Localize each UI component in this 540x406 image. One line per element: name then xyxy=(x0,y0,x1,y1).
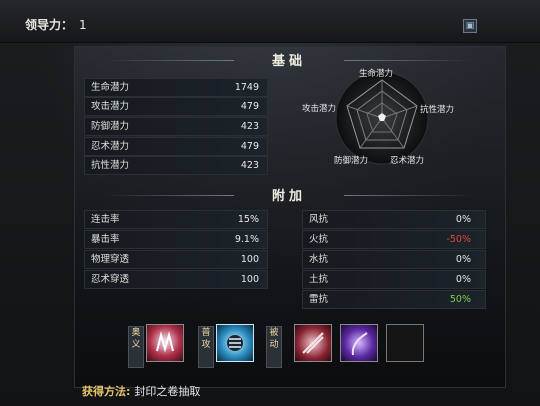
basic-stat-row: 攻击潜力 479 xyxy=(84,97,268,116)
resist-label: 土抗 xyxy=(309,274,329,285)
stat-value: 1749 xyxy=(234,82,259,93)
tag-char: 普 xyxy=(201,328,211,338)
leadership-label: 领导力： xyxy=(25,18,74,32)
empty-skill-slot[interactable] xyxy=(386,324,424,362)
radar-label-ninjutsu: 忍术潜力 xyxy=(390,156,425,166)
stat-label: 忍术穿透 xyxy=(91,274,130,285)
resist-label: 火抗 xyxy=(309,234,329,245)
stat-value: 423 xyxy=(240,160,259,171)
stat-label: 暴击率 xyxy=(91,234,120,245)
resist-row: 风抗 0% xyxy=(302,210,486,229)
tag-char: 被 xyxy=(269,328,279,338)
radar-label-defense: 防御潜力 xyxy=(334,156,369,166)
basic-stat-row: 抗性潜力 423 xyxy=(84,156,268,175)
obtain-method: 获得方法: 封印之卷抽取 xyxy=(82,383,200,399)
stat-label: 连击率 xyxy=(91,214,120,225)
stat-value: 423 xyxy=(240,121,259,132)
ougi-tag: 奥 义 xyxy=(128,326,144,368)
extra-stat-row: 暴击率 9.1% xyxy=(84,230,268,249)
resist-value: 50% xyxy=(449,294,471,305)
resist-label: 水抗 xyxy=(309,254,329,265)
passive-tag: 被 动 xyxy=(266,326,282,368)
extra-stat-row: 物理穿透 100 xyxy=(84,250,268,269)
resist-value: 0% xyxy=(455,254,471,265)
stat-value: 15% xyxy=(237,214,259,225)
resist-value: 0% xyxy=(455,214,471,225)
ougi-skill-icon[interactable] xyxy=(146,324,184,362)
resist-label: 雷抗 xyxy=(309,294,329,305)
resist-row: 土抗 0% xyxy=(302,270,486,289)
basic-stat-row: 生命潜力 1749 xyxy=(84,78,268,97)
basic-stat-row: 忍术潜力 479 xyxy=(84,137,268,156)
radar-label-attack: 攻击潜力 xyxy=(302,104,337,114)
window-icon-button[interactable]: ▣ xyxy=(463,19,477,33)
extra-stat-row: 忍术穿透 100 xyxy=(84,270,268,289)
top-bar: 领导力： 1 ▣ xyxy=(0,0,540,43)
stat-label: 抗性潜力 xyxy=(91,160,130,171)
tag-char: 攻 xyxy=(201,340,211,350)
tag-char: 义 xyxy=(131,340,141,350)
stat-value: 9.1% xyxy=(234,234,259,245)
leadership-value: 1 xyxy=(79,18,87,32)
stat-label: 忍术潜力 xyxy=(91,141,130,152)
passive-skill-1-icon[interactable] xyxy=(294,324,332,362)
stat-value: 479 xyxy=(240,141,259,152)
resist-row: 雷抗 50% xyxy=(302,290,486,309)
normal-attack-tag: 普 攻 xyxy=(198,326,214,368)
radar-label-resist: 抗性潜力 xyxy=(420,105,455,115)
stat-label: 防御潜力 xyxy=(91,121,130,132)
resist-value: 0% xyxy=(455,274,471,285)
resist-row: 水抗 0% xyxy=(302,250,486,269)
obtain-label: 获得方法: xyxy=(82,385,131,398)
skills-bar: 奥 义 普 攻 被 动 xyxy=(126,320,430,368)
basic-stat-row: 防御潜力 423 xyxy=(84,117,268,136)
leadership-display: 领导力： 1 xyxy=(25,16,87,33)
stat-label: 攻击潜力 xyxy=(91,101,130,112)
stat-label: 物理穿透 xyxy=(91,254,130,265)
radar-label-hp: 生命潜力 xyxy=(359,69,394,79)
resist-row: 火抗 -50% xyxy=(302,230,486,249)
tag-char: 奥 xyxy=(131,328,141,338)
obtain-value: 封印之卷抽取 xyxy=(134,385,201,398)
resist-value: -50% xyxy=(446,234,471,245)
tag-char: 动 xyxy=(269,340,279,350)
potential-radar: 生命潜力 抗性潜力 忍术潜力 防御潜力 攻击潜力 xyxy=(292,62,455,168)
stat-value: 100 xyxy=(240,274,259,285)
extra-section-title: 附加 xyxy=(74,185,504,207)
resist-label: 风抗 xyxy=(309,214,329,225)
stat-label: 生命潜力 xyxy=(91,82,130,93)
extra-stat-row: 连击率 15% xyxy=(84,210,268,229)
passive-skill-2-icon[interactable] xyxy=(340,324,378,362)
character-panel: 领导力： 1 ▣ 基础 生命潜力 1749 攻击潜力 479 防御潜力 423 忍… xyxy=(0,0,540,406)
stat-value: 479 xyxy=(240,101,259,112)
normal-attack-skill-icon[interactable] xyxy=(216,324,254,362)
stat-value: 100 xyxy=(240,254,259,265)
